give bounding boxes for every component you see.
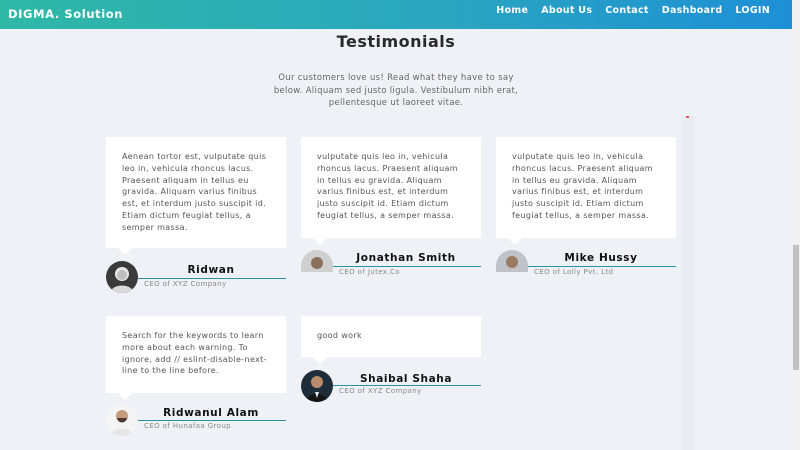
person-name: Ridwanul Alam (163, 407, 259, 419)
nav-dashboard[interactable]: Dashboard (662, 5, 723, 16)
testimonials-scrollbar[interactable] (682, 116, 694, 450)
nav-home[interactable]: Home (496, 5, 528, 16)
person-role: CEO of Hunafaa Group (144, 422, 232, 430)
page-scrollbar[interactable] (792, 0, 800, 450)
avatar (301, 250, 333, 272)
person-name: Mike Hussy (564, 252, 638, 264)
nav-about-us[interactable]: About Us (541, 5, 592, 16)
testimonial-text: good work (301, 316, 481, 364)
section-title: Testimonials (336, 32, 456, 51)
avatar (496, 250, 528, 272)
nav-contact[interactable]: Contact (605, 5, 649, 16)
nav-login[interactable]: LOGIN (735, 5, 770, 16)
name-underline (528, 266, 676, 267)
person-role: CEO of XYZ Company (339, 387, 422, 395)
testimonial-card: good work Shaibal Shaha CEO of XYZ Compa… (301, 316, 481, 416)
person-name: Ridwan (187, 264, 235, 276)
testimonial-text: Aenean tortor est, vulputate quis leo in… (106, 137, 286, 255)
section-subtitle: Our customers love us! Read what they ha… (273, 73, 519, 108)
testimonial-card: Search for the keywords to learn more ab… (106, 316, 286, 446)
testimonial-card: vulputate quis leo in, vehicula rhoncus … (301, 137, 481, 287)
person-role: CEO of Lolly Pvt. Ltd (534, 268, 614, 276)
testimonial-card: Aenean tortor est, vulputate quis leo in… (106, 137, 286, 297)
name-underline (138, 278, 286, 279)
person-role: CEO of Jutex.Co (339, 268, 400, 276)
scrollbar-thumb[interactable] (793, 245, 799, 370)
name-underline (333, 266, 481, 267)
navbar: DIGMA. Solution Home About Us Contact Da… (0, 0, 792, 29)
person-role: CEO of XYZ Company (144, 280, 227, 288)
nav-links: Home About Us Contact Dashboard LOGIN (496, 5, 770, 16)
person-name: Jonathan Smith (356, 252, 456, 264)
avatar (301, 370, 333, 402)
testimonial-card: vulputate quis leo in, vehicula rhoncus … (496, 137, 676, 287)
name-underline (138, 420, 286, 421)
testimonial-text: vulputate quis leo in, vehicula rhoncus … (301, 137, 481, 245)
avatar (106, 261, 138, 293)
person-name: Shaibal Shaha (359, 373, 453, 385)
scroll-indicator (686, 116, 689, 118)
brand-logo[interactable]: DIGMA. Solution (8, 7, 123, 21)
testimonial-text: Search for the keywords to learn more ab… (106, 316, 286, 400)
avatar (106, 404, 138, 436)
testimonial-text: vulputate quis leo in, vehicula rhoncus … (496, 137, 676, 245)
name-underline (333, 385, 481, 386)
